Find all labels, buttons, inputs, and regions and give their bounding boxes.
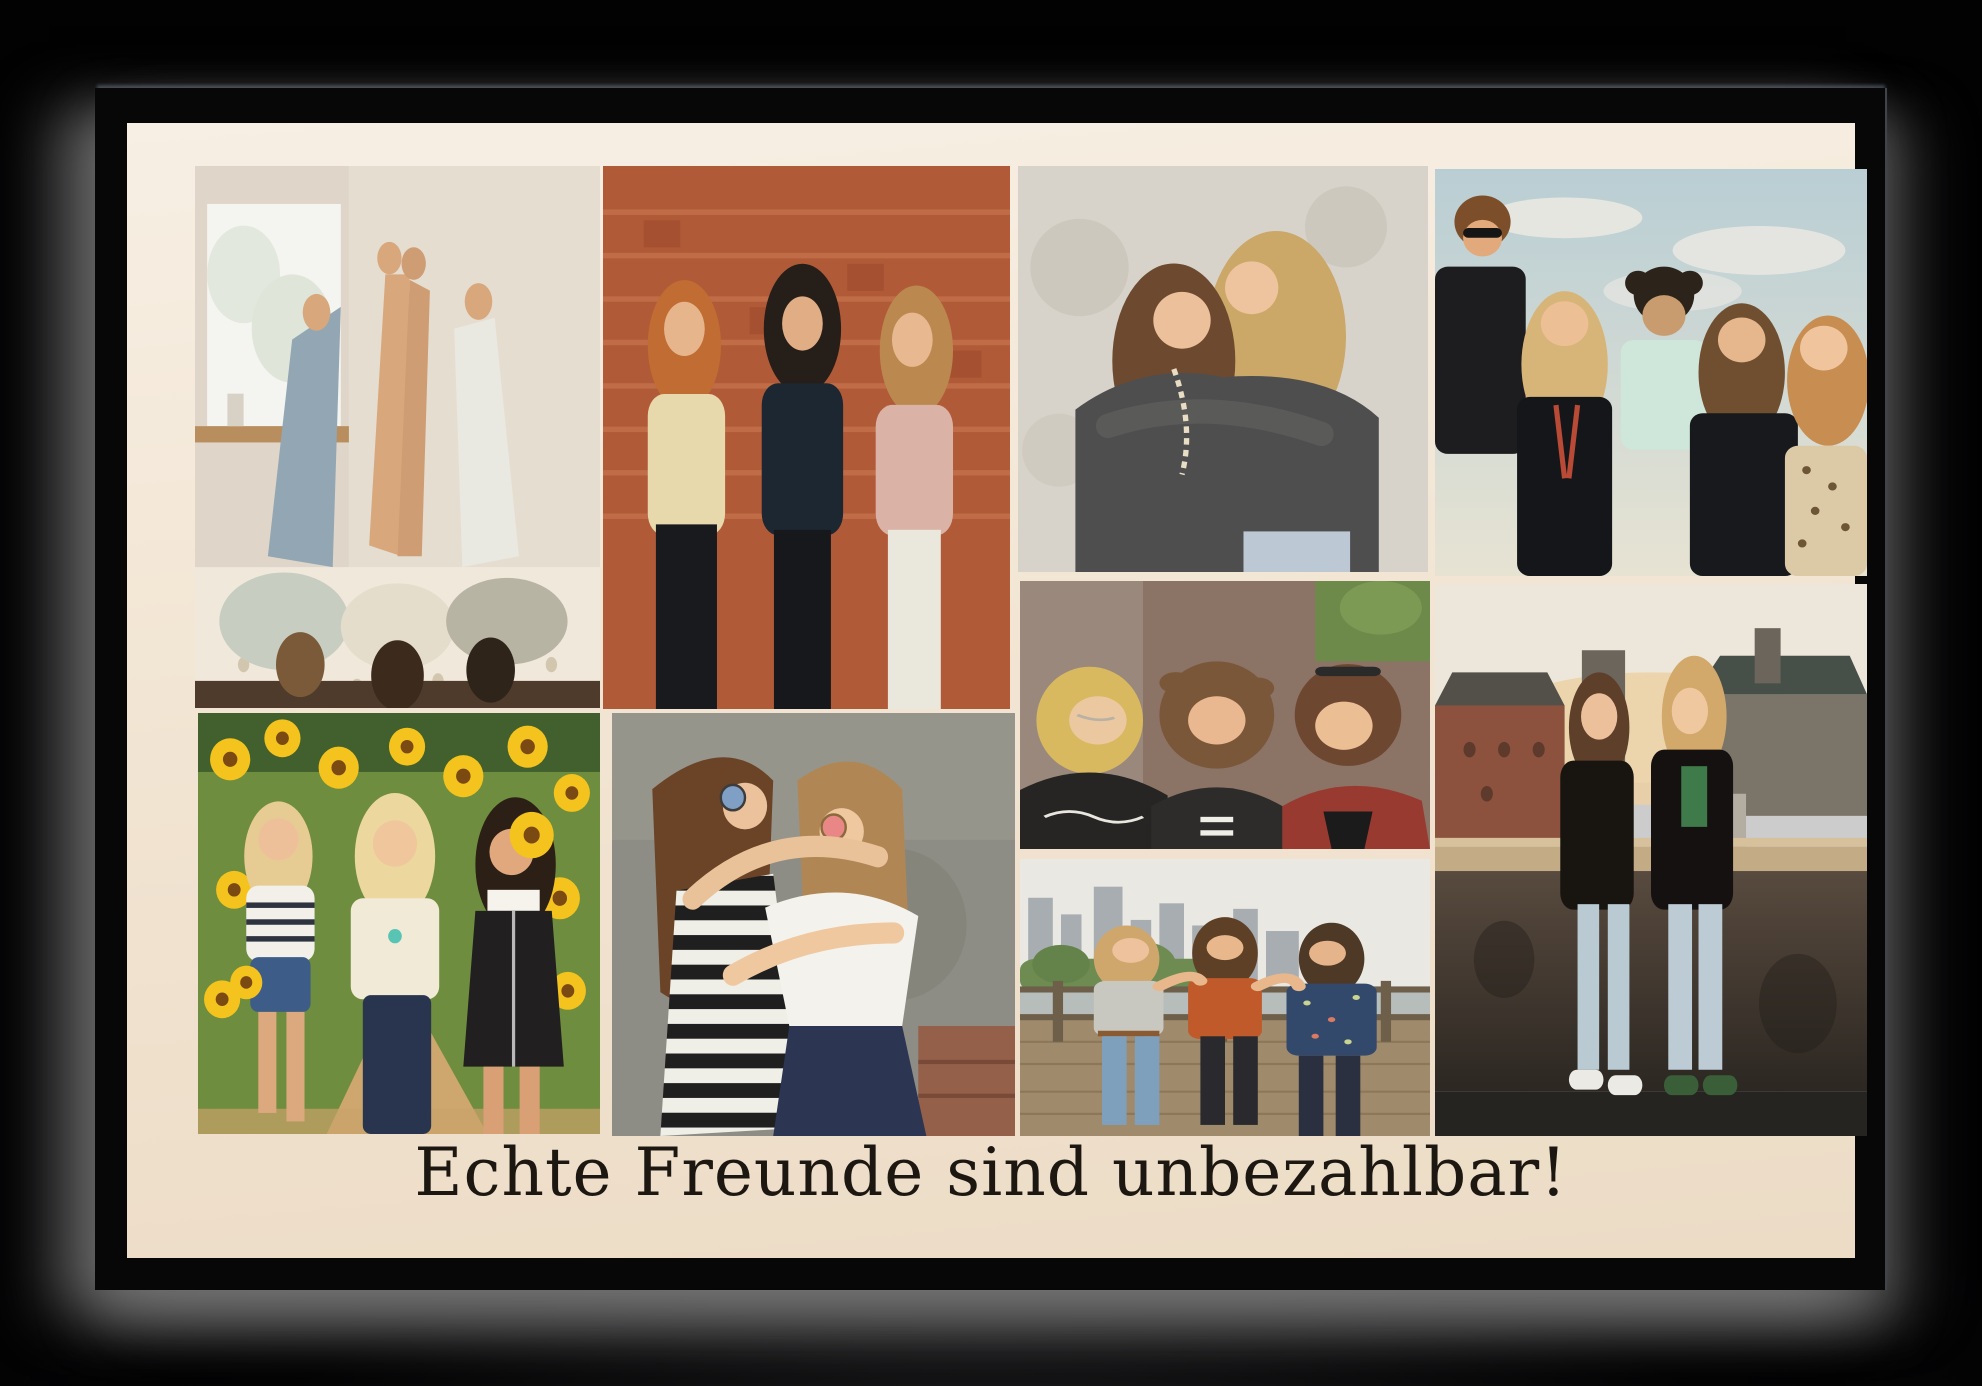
rooftop-floor	[1435, 1092, 1867, 1136]
woman-dark-hair	[762, 264, 843, 709]
woman-redhead	[648, 280, 725, 709]
photo-bed-friends	[195, 166, 600, 708]
woman-cream-top	[351, 793, 439, 1134]
photo-cheek-to-cheek-trio	[1020, 581, 1430, 849]
photo-sunflower-field-trio	[198, 713, 600, 1134]
friend-blonde-girl	[1517, 291, 1612, 576]
photo-boardwalk-walk-trio	[1020, 859, 1430, 1136]
photo-collage	[155, 150, 1827, 1120]
brick-corner	[918, 1026, 1015, 1136]
foliage	[1315, 581, 1430, 661]
photo-brick-wall-trio	[603, 166, 1010, 709]
photo-rooftop-pair	[1435, 584, 1867, 1136]
poster-caption: Echte Freunde sind unbezahlbar!	[127, 1135, 1855, 1211]
photo-sunglasses-hug-pair	[612, 713, 1015, 1136]
photo-grey-hug-pair	[1018, 166, 1428, 572]
poster-mat: Echte Freunde sind unbezahlbar!	[127, 123, 1855, 1258]
mockup-background: Echte Freunde sind unbezahlbar!	[0, 0, 1982, 1386]
photo-sky-group	[1435, 169, 1867, 576]
poster-frame: Echte Freunde sind unbezahlbar!	[95, 88, 1887, 1290]
